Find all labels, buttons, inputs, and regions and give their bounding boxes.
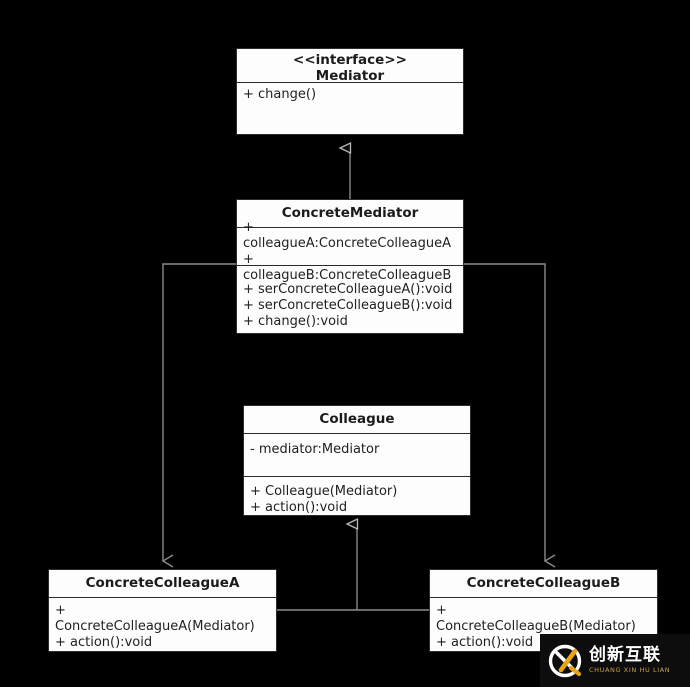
uml-diagram-canvas: <<interface>> Mediator + change() Concre… [0, 0, 690, 687]
operation-row: + change() [243, 87, 317, 102]
operation-row: + action():void [55, 635, 153, 650]
attribute-row: - mediator:Mediator [250, 442, 380, 457]
attribute-row: + [243, 252, 254, 267]
operation-row: + [55, 603, 66, 618]
class-box-colleague[interactable]: Colleague - mediator:Mediator + Colleagu… [243, 405, 471, 516]
operation-row: ConcreteColleagueA(Mediator) [55, 619, 255, 634]
class-name-concretecolleaguea: ConcreteColleagueA [85, 575, 240, 591]
operations-compartment-mediator: + change() [237, 85, 463, 103]
class-name-colleague: Colleague [319, 411, 395, 427]
compartment-divider [49, 597, 276, 598]
operation-row: + serConcreteColleagueA():void [243, 282, 453, 297]
operation-row: ConcreteColleagueB(Mediator) [436, 619, 636, 634]
compartment-divider [237, 82, 463, 83]
operations-compartment-concretemediator: + serConcreteColleagueA():void + serConc… [237, 280, 463, 330]
operations-compartment-colleague: + Colleague(Mediator) + action():void [244, 482, 470, 515]
operation-row: + change():void [243, 314, 348, 329]
class-stereotype-mediator: <<interface>> [293, 52, 407, 68]
circle-x-logo-icon [548, 644, 582, 678]
operations-compartment-concretecolleaguea: + ConcreteColleagueA(Mediator) + action(… [49, 601, 276, 651]
attribute-row: colleagueA:ConcreteColleagueA [243, 236, 451, 251]
attributes-compartment-concretemediator: + colleagueA:ConcreteColleagueA + collea… [237, 218, 463, 284]
class-box-mediator[interactable]: <<interface>> Mediator + change() [236, 48, 464, 135]
attributes-compartment-colleague: - mediator:Mediator [244, 440, 470, 458]
watermark-brand-cn: 创新互联 [589, 645, 661, 666]
compartment-divider [244, 476, 470, 477]
class-box-concretecolleaguea[interactable]: ConcreteColleagueA + ConcreteColleagueA(… [48, 569, 277, 652]
class-box-concretemediator[interactable]: ConcreteMediator + colleagueA:ConcreteCo… [236, 199, 464, 334]
compartment-divider [430, 597, 657, 598]
watermark-text-group: 创新互联 CHUANG XIN HU LIAN [589, 647, 670, 674]
connector-concretemediator-to-colleagueb [464, 263, 556, 568]
compartment-divider [244, 433, 470, 434]
watermark: 创新互联 CHUANG XIN HU LIAN [540, 634, 690, 687]
operation-row: + serConcreteColleagueB():void [243, 298, 453, 313]
connector-concretemediator-to-colleaguea [161, 263, 236, 568]
operation-row: + Colleague(Mediator) [250, 484, 398, 499]
class-name-concretecolleagueb: ConcreteColleagueB [466, 575, 621, 591]
operation-row: + [436, 603, 447, 618]
operation-row: + action():void [250, 500, 348, 515]
watermark-brand-pinyin: CHUANG XIN HU LIAN [589, 666, 671, 675]
attribute-row: + [243, 220, 254, 235]
